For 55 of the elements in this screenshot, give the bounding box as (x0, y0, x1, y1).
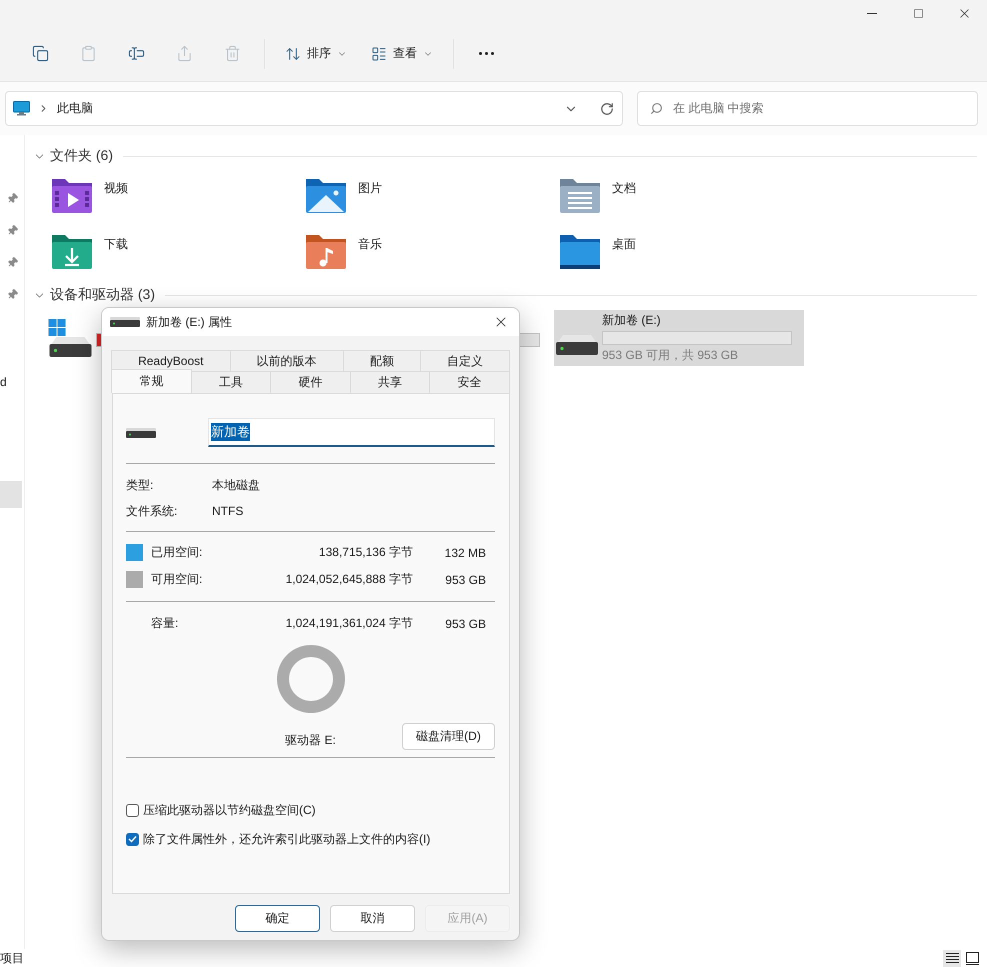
address-bar[interactable]: 此电脑 (5, 91, 623, 126)
dialog-button[interactable]: 取消 (330, 905, 415, 932)
dialog-tab[interactable]: 工具 (190, 371, 272, 393)
space-bytes: 1,024,052,645,888 字节 (286, 571, 413, 588)
folder-item[interactable]: 下载 (46, 229, 300, 285)
search-placeholder: 在 此电脑 中搜索 (673, 100, 764, 117)
folder-name: 桌面 (612, 236, 636, 253)
property-label: 类型: (126, 476, 154, 494)
space-bytes: 138,715,136 字节 (318, 544, 413, 561)
drive-free-space: 953 GB 可用，共 953 GB (602, 348, 740, 363)
capacity-bytes: 1,024,191,361,024 字节 (286, 615, 413, 632)
item-count: 项目 (0, 950, 24, 966)
folder-item[interactable]: 视频 (46, 173, 300, 229)
dialog-tab[interactable]: 共享 (350, 371, 430, 393)
folder-name: 文档 (612, 180, 636, 197)
space-size: 953 GB (444, 572, 486, 586)
space-size: 132 MB (444, 546, 486, 560)
dialog-title: 新加卷 (E:) 属性 (146, 314, 233, 330)
folder-name: 图片 (358, 180, 382, 197)
address-text: 此电脑 (57, 100, 94, 117)
drive-label: 驱动器 E: (285, 732, 336, 749)
property-value: 本地磁盘 (212, 476, 261, 494)
section-title: 文件夹 (6) (50, 147, 113, 165)
sort-menu-button[interactable]: 排序 (277, 36, 355, 72)
folder-name: 视频 (104, 180, 128, 197)
folder-item[interactable]: 音乐 (300, 229, 554, 285)
property-value: NTFS (212, 504, 244, 518)
drive-item[interactable]: 新加卷 (E:) 953 GB 可用，共 953 GB (554, 310, 804, 366)
search-field[interactable]: 在 此电脑 中搜索 (637, 91, 978, 126)
dialog-tab[interactable]: 安全 (429, 371, 510, 393)
volume-name-field[interactable]: 新加卷 (208, 418, 495, 447)
folder-item[interactable]: 图片 (300, 173, 554, 229)
drive-name: 新加卷 (E:) (602, 313, 662, 328)
dialog-tab[interactable]: 配额 (342, 350, 421, 371)
capacity-size: 953 GB (444, 616, 486, 630)
folder-item[interactable]: 桌面 (554, 229, 808, 285)
view-menu-button[interactable]: 查看 (363, 36, 441, 72)
folder-item[interactable]: 文档 (554, 173, 808, 229)
folder-name: 音乐 (358, 236, 382, 253)
space-label: 已用空间: (151, 544, 204, 561)
checkbox-label: 压缩此驱动器以节约磁盘空间(C) (143, 802, 316, 818)
property-label: 文件系统: (126, 502, 178, 520)
section-title: 设备和驱动器 (3) (50, 286, 155, 304)
checkbox-label: 除了文件属性外，还允许索引此驱动器上文件的内容(I) (143, 830, 430, 848)
dialog-button[interactable]: 确定 (235, 905, 320, 932)
folder-name: 下载 (104, 236, 128, 253)
dialog-tab[interactable]: 常规 (111, 369, 192, 393)
sidebar-item[interactable]: d (0, 368, 24, 395)
dialog-tab[interactable]: ReadyBoost (111, 350, 231, 371)
disk-cleanup-button[interactable]: 磁盘清理(D) (402, 723, 495, 750)
capacity-label: 容量: (151, 615, 180, 632)
dialog-tab[interactable]: 自定义 (420, 350, 510, 371)
dialog-tab[interactable]: 以前的版本 (230, 350, 344, 371)
dialog-tab[interactable]: 硬件 (270, 371, 351, 393)
space-label: 可用空间: (151, 571, 204, 588)
